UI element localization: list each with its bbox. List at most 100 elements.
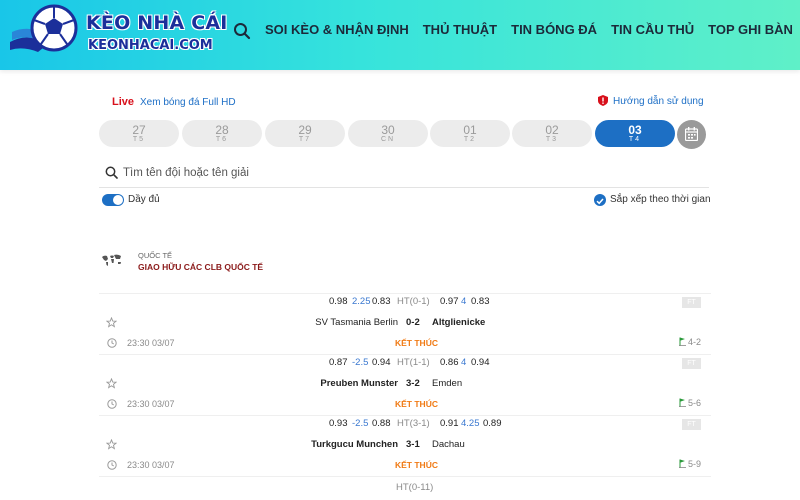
header-search-icon[interactable] [233,22,253,42]
home-team: Turkgucu Munchen [311,439,398,450]
corner-flag-icon [678,459,686,468]
odds-away: 0.94 [372,357,391,368]
date-tab-02[interactable]: 02 T3 [512,120,592,147]
odds-over: 0.97 [440,296,459,307]
sort-by-time-label: Sắp xếp theo thời gian [610,194,711,205]
date-weekday: T4 [628,136,642,143]
date-day: 02 [545,123,559,137]
odds-under: 0.89 [483,418,502,429]
date-day: 27 [132,123,146,137]
nav-thu-thuat[interactable]: THỦ THUẬT [423,22,497,37]
soccer-ball-logo-icon [10,4,78,52]
odds-line: 0.93 -2.5 0.88 HT(3-1) 0.91 4.25 0.89 FT [99,415,711,431]
odds-handicap: -2.5 [352,418,369,429]
toggle-knob [113,195,123,205]
odds-away: 0.88 [372,418,391,429]
odds-line: 0.98 2.25 0.83 HT(0-1) 0.97 4 0.83 FT [99,293,711,309]
match-score: 0-2 [406,317,420,328]
nav-top-ghi-ban[interactable]: TOP GHI BÀN [708,22,793,37]
date-day: 28 [215,123,229,137]
search-icon [105,166,118,179]
league-name[interactable]: GIAO HỮU CÁC CLB QUỐC TẾ [138,262,263,272]
kickoff-time: 23:30 03/07 [127,399,175,409]
match-status: KẾT THÚC [395,338,438,348]
live-link[interactable]: Live Xem bóng đá Full HD [112,96,236,108]
check-icon [596,198,604,205]
match-row[interactable]: 0.87 -2.5 0.94 HT(1-1) 0.86 4 0.94 FT Pr… [99,354,711,415]
odds-home: 0.98 [329,296,348,307]
match-row[interactable]: 0.93 -2.5 0.88 HT(3-1) 0.91 4.25 0.89 FT… [99,415,711,476]
full-toggle-label: Dầy đủ [128,194,160,205]
teams-line: Preuben Munster 3-2 Emden [99,375,711,391]
corner-value: 5-9 [687,459,701,469]
nav-tin-cau-thu[interactable]: TIN CẦU THỦ [611,22,694,37]
calendar-button[interactable] [677,120,706,149]
halftime-score: HT(3-1) [397,418,430,429]
date-tab-29[interactable]: 29 T7 [265,120,345,147]
clock-icon [107,399,117,409]
teams-line: Turkgucu Munchen 3-1 Dachau [99,436,711,452]
match-score: 3-1 [406,439,420,450]
guide-link[interactable]: Hướng dẫn sử dụng [598,95,704,107]
odds-total: 4 [461,357,467,368]
odds-total: 4.25 [461,418,480,429]
odds-over: 0.91 [440,418,459,429]
nav-tin-bong-da[interactable]: TIN BÓNG ĐÁ [511,22,597,37]
ft-badge: FT [682,419,701,430]
halftime-score: HT(0-11) [396,482,434,493]
date-tab-01[interactable]: 01 T2 [430,120,510,147]
date-weekday: T6 [215,136,229,143]
odds-under: 0.83 [471,296,490,307]
nav-soi-keo[interactable]: SOI KÈO & NHẬN ĐỊNH [265,22,409,37]
full-toggle[interactable] [102,194,124,206]
corner-value: 4-2 [687,337,701,347]
odds-home: 0.87 [329,357,348,368]
halftime-score: HT(0-1) [397,296,430,307]
world-map-icon [102,254,121,266]
date-tab-03-active[interactable]: 03 T4 [595,120,675,147]
date-day: 01 [463,123,477,137]
live-text[interactable]: Xem bóng đá Full HD [140,97,236,108]
corner-flag-icon [678,337,686,346]
ft-badge: FT [682,358,701,369]
logo-subtitle: KEONHACAI.COM [88,38,213,53]
halftime-score: HT(1-1) [397,357,430,368]
match-score: 3-2 [406,378,420,389]
main-nav: SOI KÈO & NHẬN ĐỊNH THỦ THUẬT TIN BÓNG Đ… [265,22,793,37]
date-day: 03 [628,123,642,137]
date-weekday: CN [380,136,396,143]
date-tab-30[interactable]: 30 CN [348,120,428,147]
odds-over: 0.86 [440,357,459,368]
date-weekday: T7 [298,136,312,143]
ft-badge: FT [682,297,701,308]
shield-alert-icon [598,95,608,106]
league-region: QUỐC TẾ [138,251,173,260]
clock-icon [107,338,117,348]
odds-line: 0.87 -2.5 0.94 HT(1-1) 0.86 4 0.94 FT [99,354,711,370]
date-day: 29 [298,123,312,137]
match-row[interactable]: 0.98 2.25 0.83 HT(0-1) 0.97 4 0.83 FT SV… [99,293,711,354]
odds-under: 0.94 [471,357,490,368]
date-selector: 27 T5 28 T6 29 T7 30 CN 01 T2 02 T3 03 T4 [99,120,711,149]
live-tag: Live [112,96,135,108]
corner-count: 5-6 [678,398,701,408]
date-tab-28[interactable]: 28 T6 [182,120,262,147]
date-weekday: T5 [132,136,146,143]
date-tab-27[interactable]: 27 T5 [99,120,179,147]
guide-text: Hướng dẫn sử dụng [613,96,704,107]
sort-by-time-checkbox[interactable] [594,194,606,206]
away-team: Emden [432,378,463,389]
odds-away: 0.83 [372,296,391,307]
teams-line: SV Tasmania Berlin 0-2 Altglienicke [99,314,711,330]
away-team: Dachau [432,439,465,450]
odds-handicap: 2.25 [352,296,371,307]
odds-handicap: -2.5 [352,357,369,368]
search-input[interactable] [123,162,683,184]
kickoff-time: 23:30 03/07 [127,338,175,348]
kickoff-time: 23:30 03/07 [127,460,175,470]
date-weekday: T2 [463,136,477,143]
odds-total: 4 [461,296,467,307]
home-team: Preuben Munster [320,378,398,389]
home-team: SV Tasmania Berlin [315,317,398,328]
site-logo[interactable]: KÈO NHÀ CÁI KEONHACAI.COM [6,2,227,68]
